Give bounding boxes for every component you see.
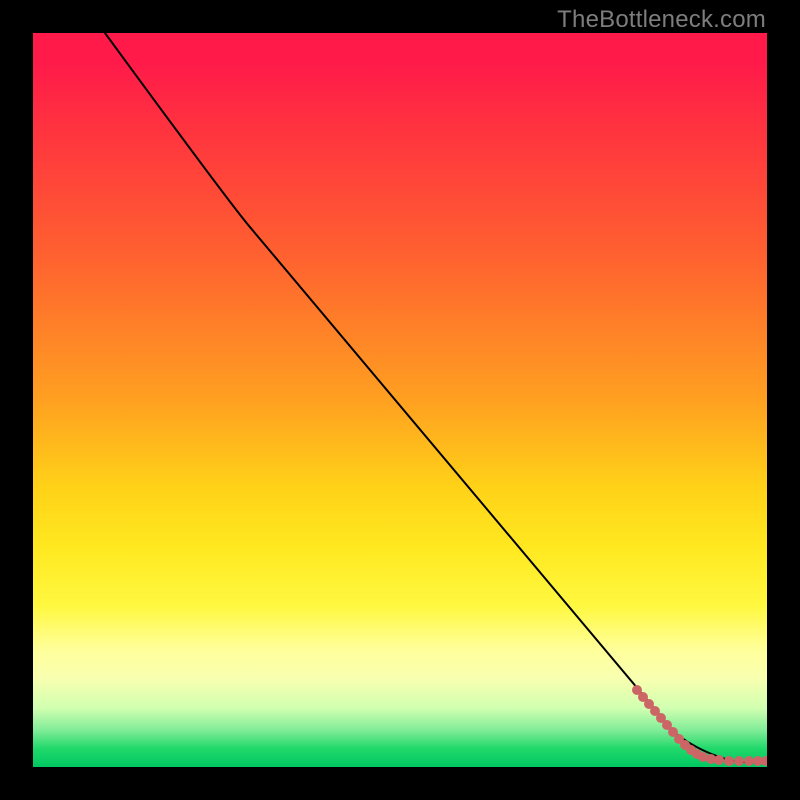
data-point [714, 755, 724, 765]
data-point [734, 756, 744, 766]
curve-line [105, 33, 767, 763]
curve-dotted-tail [632, 685, 767, 766]
attribution-text: TheBottleneck.com [557, 6, 766, 34]
chart-svg [33, 33, 767, 767]
data-point [761, 756, 767, 766]
data-point [724, 756, 734, 766]
chart-stage: TheBottleneck.com [0, 0, 800, 800]
plot-area [33, 33, 767, 767]
data-point [744, 756, 754, 766]
